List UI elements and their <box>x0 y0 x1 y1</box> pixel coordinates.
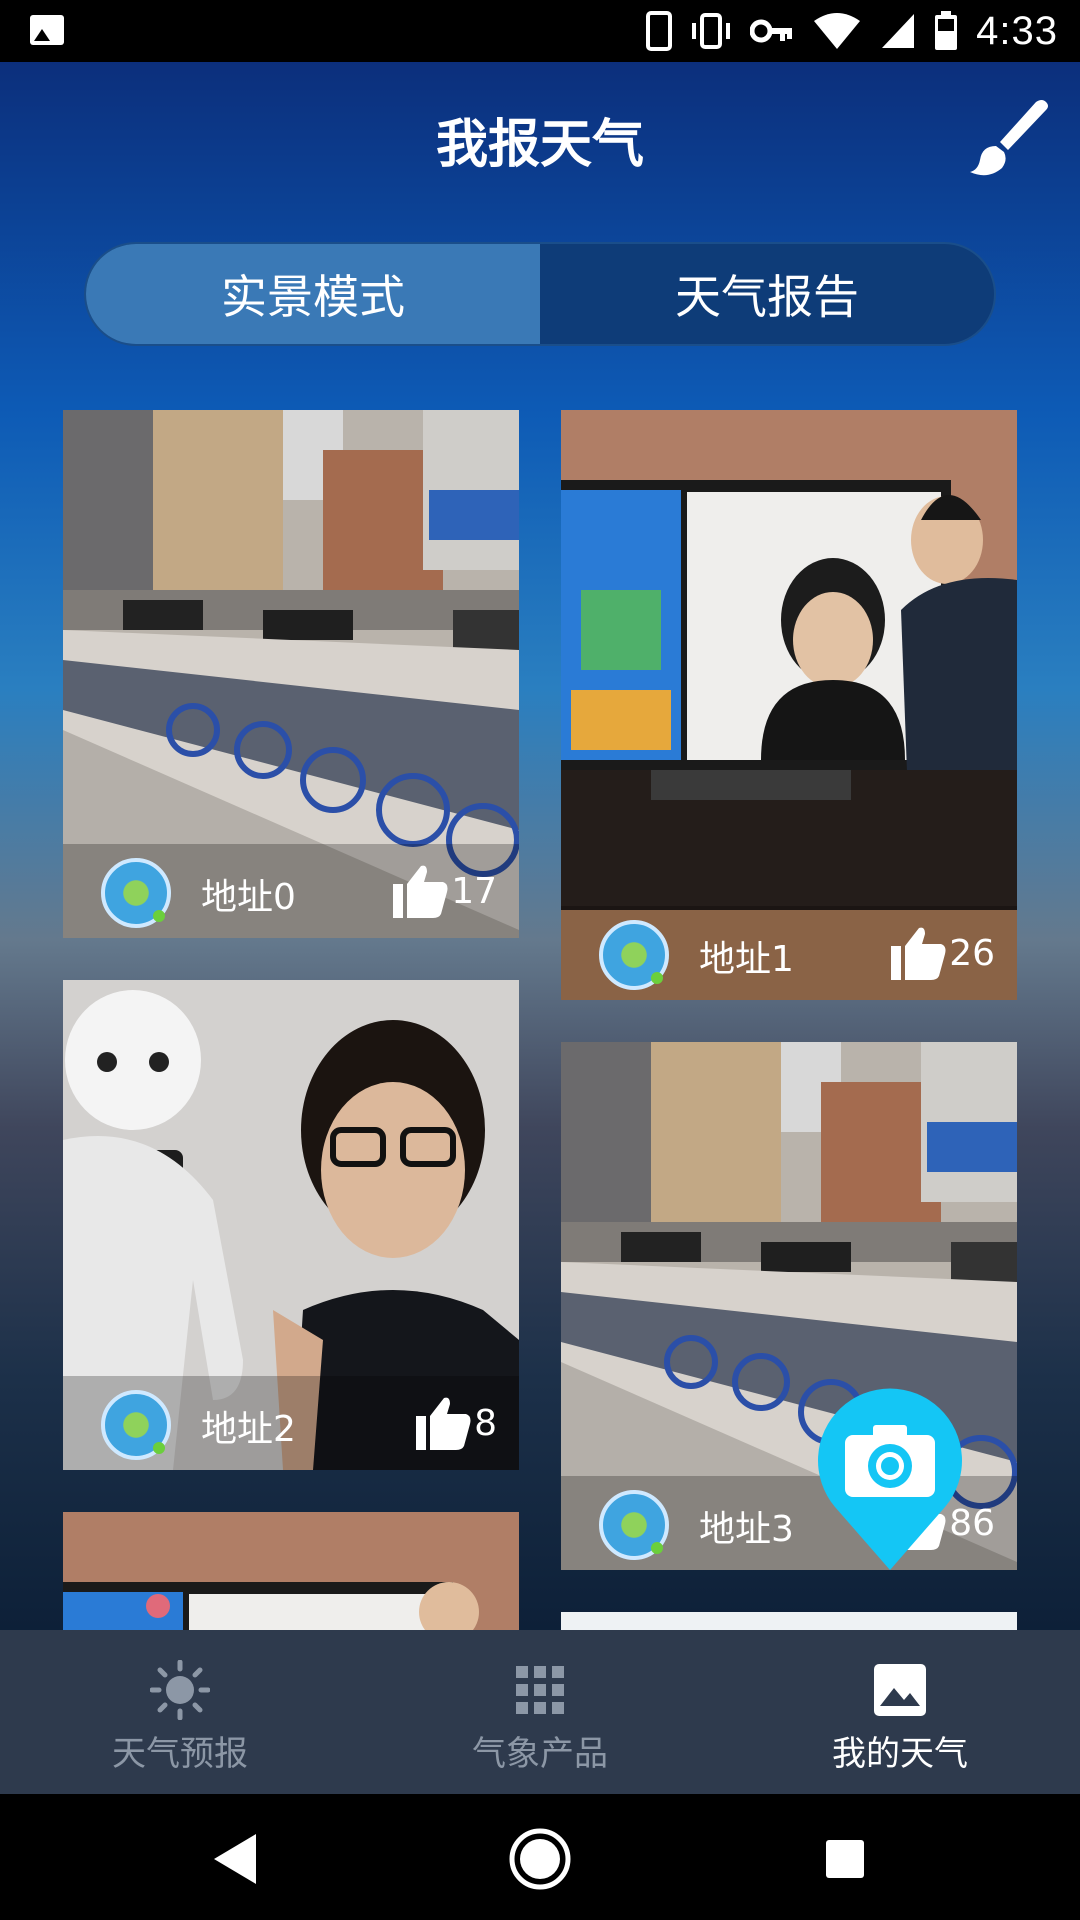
post-card-5[interactable] <box>561 1612 1017 1630</box>
avatar <box>101 858 171 928</box>
avatar <box>599 920 669 990</box>
post-address: 地址1 <box>699 939 794 980</box>
thumbs-up-icon <box>891 927 946 980</box>
like-count: 8 <box>474 1402 497 1444</box>
page-title: 我报天气 <box>435 115 644 175</box>
like-button[interactable]: 17 <box>391 854 497 928</box>
status-bar: 4:33 <box>0 0 1080 62</box>
camera-fab[interactable] <box>815 1387 965 1572</box>
post-address: 地址2 <box>201 1409 296 1450</box>
like-count: 26 <box>949 932 995 974</box>
bottom-navigation: 天气预报 气象产品 我的天气 <box>0 1630 1080 1794</box>
like-button[interactable]: 8 <box>414 1386 497 1460</box>
tab-live-mode[interactable]: 实景模式 <box>86 244 540 344</box>
camera-icon <box>845 1425 935 1497</box>
post-address: 地址3 <box>699 1509 794 1550</box>
avatar <box>101 1390 171 1460</box>
post-card-0[interactable]: 地址0 17 <box>63 410 519 938</box>
post-card-4[interactable] <box>63 1512 519 1630</box>
home-icon[interactable] <box>505 1824 575 1894</box>
nav-my-weather[interactable]: 我的天气 <box>720 1630 1080 1794</box>
thumbs-up-icon <box>416 1397 471 1450</box>
nav-label: 气象产品 <box>472 1734 608 1774</box>
post-card-2[interactable]: 地址2 8 <box>63 980 519 1470</box>
app-screen: 我报天气 实景模式 天气报告 地址0 17 地址1 26 地址2 8 地址3 8… <box>0 62 1080 1630</box>
nav-weather-forecast[interactable]: 天气预报 <box>0 1630 360 1794</box>
nav-label: 天气预报 <box>112 1734 248 1774</box>
avatar <box>599 1490 669 1560</box>
post-photo-4 <box>63 1512 519 1630</box>
nav-weather-products[interactable]: 气象产品 <box>360 1630 720 1794</box>
image-icon <box>874 1664 926 1716</box>
status-icons: 4:33 <box>646 0 1058 62</box>
like-button[interactable]: 26 <box>889 916 995 990</box>
sun-icon <box>150 1660 210 1720</box>
battery-icon <box>935 11 958 50</box>
clock: 4:33 <box>976 8 1058 53</box>
signal-icon <box>882 14 915 48</box>
vibrate-icon <box>692 13 731 49</box>
recents-icon[interactable] <box>810 1824 880 1894</box>
key-icon <box>750 19 793 43</box>
mode-switch: 实景模式 天气报告 <box>84 242 996 346</box>
system-navigation-bar <box>0 1794 1080 1920</box>
grid-icon <box>516 1666 564 1714</box>
nav-label: 我的天气 <box>832 1734 968 1774</box>
post-footer: 地址0 17 <box>63 844 519 938</box>
gallery-notification-icon <box>30 15 64 45</box>
post-footer: 地址2 8 <box>63 1376 519 1470</box>
wifi-icon <box>814 13 861 51</box>
brush-icon[interactable] <box>968 96 1050 178</box>
post-address: 地址0 <box>201 877 296 918</box>
thumbs-up-icon <box>393 865 448 918</box>
like-count: 17 <box>451 870 497 912</box>
post-footer: 地址1 26 <box>561 906 1017 1000</box>
phone-icon <box>646 11 673 51</box>
tab-weather-report[interactable]: 天气报告 <box>540 244 994 344</box>
back-icon[interactable] <box>200 1824 270 1894</box>
post-card-1[interactable]: 地址1 26 <box>561 410 1017 1000</box>
